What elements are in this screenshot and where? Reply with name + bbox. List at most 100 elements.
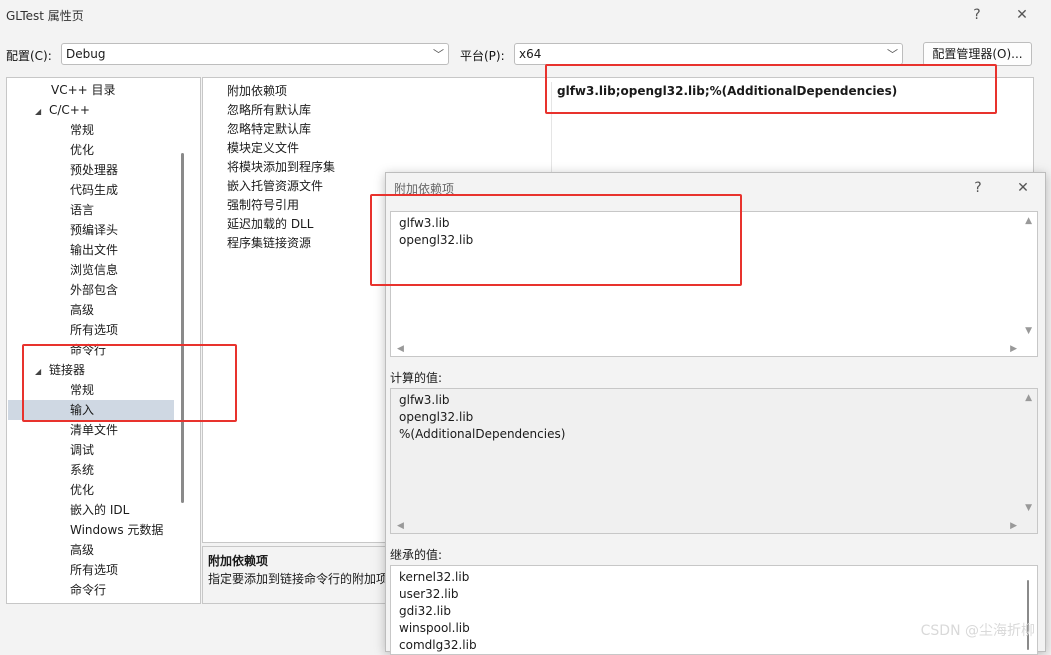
tree-item-label: 调试 [70, 443, 95, 457]
tree-item-cpp-all-options[interactable]: 所有选项 [70, 320, 118, 340]
tree-item-browse-info[interactable]: 浏览信息 [70, 260, 118, 280]
dialog-help-button[interactable]: ? [967, 177, 989, 199]
property-name: 忽略所有默认库 [227, 103, 312, 117]
edit-line: opengl32.lib [399, 233, 474, 247]
chevron-down-icon: ﹀ [433, 48, 444, 61]
tree-item-embedded-idl[interactable]: 嵌入的 IDL [70, 500, 129, 520]
tree-item-label: VC++ 目录 [51, 83, 116, 97]
expanded-triangle-icon: ◢ [35, 367, 42, 376]
config-value: Debug [66, 47, 106, 61]
property-row[interactable]: 模块定义文件 [203, 139, 1033, 158]
description-text: 指定要添加到链接命令行的附加项 [208, 572, 389, 586]
property-value[interactable]: glfw3.lib;opengl32.lib;%(AdditionalDepen… [557, 82, 897, 101]
tree-item-vc-dirs[interactable]: VC++ 目录 [51, 80, 116, 100]
computed-line: %(AdditionalDependencies) [399, 427, 566, 441]
tree-item-label: 预编译头 [70, 223, 119, 237]
scroll-left-icon[interactable]: ◀ [397, 521, 404, 531]
scroll-down-icon[interactable]: ▼ [1025, 326, 1032, 336]
tree-item-label: 嵌入的 IDL [70, 503, 130, 517]
property-row[interactable]: 忽略特定默认库 [203, 120, 1033, 139]
scroll-right-icon[interactable]: ▶ [1010, 521, 1017, 531]
config-label: 配置(C): [6, 49, 52, 63]
tree-item-label: 常规 [70, 123, 95, 137]
additional-deps-dialog: 附加依赖项 ? ✕ glfw3.lib opengl32.lib ▲ ▼ ◀ ▶… [385, 172, 1046, 655]
tree-item-system[interactable]: 系统 [70, 460, 94, 480]
expanded-triangle-icon: ◢ [35, 107, 42, 116]
inherited-line: user32.lib [399, 587, 459, 601]
scroll-up-icon[interactable]: ▲ [1025, 393, 1032, 403]
description-title: 附加依赖项 [208, 554, 269, 568]
tree-item-label: 预处理器 [70, 163, 119, 177]
config-manager-button[interactable]: 配置管理器(O)... [923, 42, 1032, 66]
tree-item-label: 优化 [70, 143, 95, 157]
tree-item-cpp-general[interactable]: 常规 [70, 120, 94, 140]
tree-item-external-includes[interactable]: 外部包含 [70, 280, 118, 300]
tree-item-cpp[interactable]: ◢ C/C++ [35, 100, 90, 120]
scroll-left-icon[interactable]: ◀ [397, 344, 404, 354]
platform-combobox[interactable]: x64 ﹀ [514, 43, 903, 65]
description-panel: 附加依赖项 指定要添加到链接命令行的附加项 [202, 546, 402, 604]
property-row[interactable]: 忽略所有默认库 [203, 101, 1033, 120]
tree-item-pch[interactable]: 预编译头 [70, 220, 118, 240]
tree-item-label: 外部包含 [70, 283, 119, 297]
inherited-line: gdi32.lib [399, 604, 451, 618]
tree-item-label: 高级 [70, 303, 95, 317]
tree-item-debugging[interactable]: 调试 [70, 440, 94, 460]
property-name: 嵌入托管资源文件 [227, 179, 324, 193]
property-tree[interactable]: VC++ 目录 ◢ C/C++ 常规 优化 预处理器 代码生成 语言 预编译头 输… [6, 77, 201, 604]
help-button[interactable]: ? [966, 4, 988, 26]
scroll-down-icon[interactable]: ▼ [1025, 503, 1032, 513]
scroll-right-icon[interactable]: ▶ [1010, 344, 1017, 354]
chevron-down-icon: ﹀ [887, 48, 898, 61]
tree-item-label: 清单文件 [70, 423, 119, 437]
tree-item-label: 链接器 [49, 363, 86, 377]
tree-item-linker-command-line[interactable]: 命令行 [70, 580, 106, 600]
tree-item-cpp-optimization[interactable]: 优化 [70, 140, 94, 160]
dialog-close-button[interactable]: ✕ [1012, 177, 1034, 199]
tree-scrollbar-thumb[interactable] [181, 153, 184, 503]
tree-item-label: 优化 [70, 483, 95, 497]
tree-item-label: 所有选项 [70, 563, 119, 577]
property-name: 模块定义文件 [227, 141, 300, 155]
tree-item-label: 命令行 [70, 583, 107, 597]
tree-item-label: 命令行 [70, 343, 107, 357]
tree-item-label: 高级 [70, 543, 95, 557]
tree-item-preprocessor[interactable]: 预处理器 [70, 160, 118, 180]
column-divider [551, 82, 552, 101]
tree-item-linker-general[interactable]: 常规 [70, 380, 94, 400]
tree-item-linker-optimization[interactable]: 优化 [70, 480, 94, 500]
column-divider [551, 139, 552, 158]
computed-line: opengl32.lib [399, 410, 474, 424]
tree-item-linker-advanced[interactable]: 高级 [70, 540, 94, 560]
property-name: 程序集链接资源 [227, 236, 312, 250]
tree-item-manifest-file[interactable]: 清单文件 [70, 420, 118, 440]
tree-item-linker[interactable]: ◢ 链接器 [35, 360, 85, 380]
inherited-values-box: kernel32.lib user32.lib gdi32.lib winspo… [390, 565, 1038, 655]
tree-item-label: 语言 [70, 203, 95, 217]
tree-item-windows-metadata[interactable]: Windows 元数据 [70, 520, 163, 540]
tree-item-cpp-advanced[interactable]: 高级 [70, 300, 94, 320]
tree-item-label: Windows 元数据 [70, 523, 164, 537]
scroll-up-icon[interactable]: ▲ [1025, 216, 1032, 226]
property-name: 将模块添加到程序集 [227, 160, 336, 174]
tree-item-output-files[interactable]: 输出文件 [70, 240, 118, 260]
tree-item-label: 常规 [70, 383, 95, 397]
tree-item-language[interactable]: 语言 [70, 200, 94, 220]
tree-item-linker-all-options[interactable]: 所有选项 [70, 560, 118, 580]
dialog-title: 附加依赖项 [394, 182, 455, 196]
tree-item-label: 浏览信息 [70, 263, 119, 277]
tree-item-label: 输出文件 [70, 243, 119, 257]
column-divider [551, 120, 552, 139]
computed-label: 计算的值: [390, 371, 443, 385]
property-name: 附加依赖项 [227, 84, 288, 98]
config-combobox[interactable]: Debug ﹀ [61, 43, 449, 65]
tree-item-codegen[interactable]: 代码生成 [70, 180, 118, 200]
property-row-additional-deps[interactable]: 附加依赖项 glfw3.lib;opengl32.lib;%(Additiona… [203, 82, 1033, 101]
inherited-line: winspool.lib [399, 621, 470, 635]
tree-item-cpp-command-line[interactable]: 命令行 [70, 340, 106, 360]
dependencies-textarea[interactable]: glfw3.lib opengl32.lib ▲ ▼ ◀ ▶ [390, 211, 1038, 357]
tree-item-linker-input[interactable]: 输入 [8, 400, 174, 420]
edit-line: glfw3.lib [399, 216, 450, 230]
close-button[interactable]: ✕ [1011, 4, 1033, 26]
tree-item-label: 系统 [70, 463, 95, 477]
